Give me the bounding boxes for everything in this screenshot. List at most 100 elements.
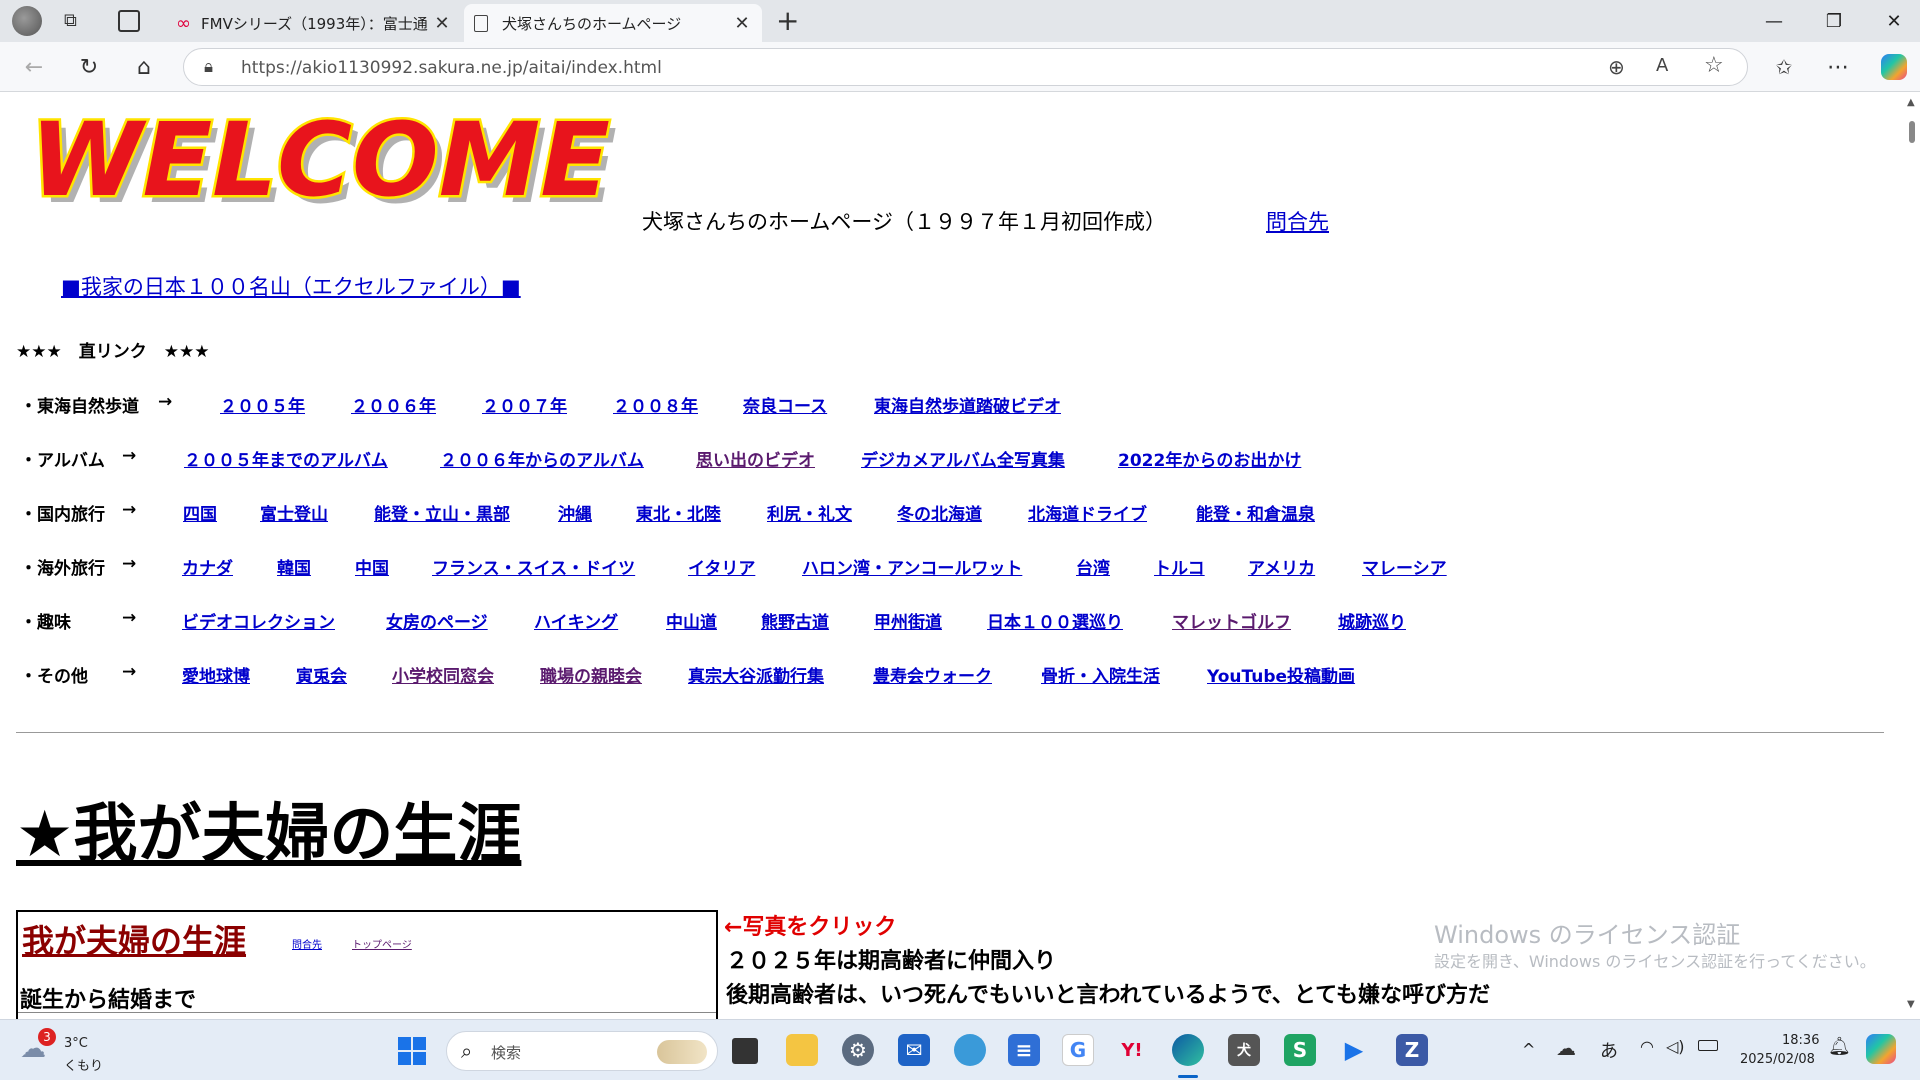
tab-inuzuka[interactable]: 犬塚さんちのホームページ ✕ (464, 4, 762, 42)
link-turkey[interactable]: トルコ (1154, 554, 1205, 579)
favorites-icon[interactable]: ✩ (1766, 50, 1802, 84)
inuzuka-app-icon[interactable]: 犬 (1228, 1034, 1260, 1066)
link-tokai-2006[interactable]: ２００６年 (351, 392, 436, 417)
link-nara-course[interactable]: 奈良コース (743, 392, 827, 417)
link-wife-page[interactable]: 女房のページ (386, 608, 488, 633)
edge-icon[interactable] (1172, 1034, 1204, 1066)
contact-link[interactable]: 問合先 (1266, 206, 1329, 236)
vertical-scrollbar[interactable]: ▲ ▼ (1904, 93, 1920, 1019)
link-mallet-golf[interactable]: マレットゴルフ (1172, 608, 1291, 633)
start-button[interactable] (398, 1037, 426, 1065)
vertical-tabs-icon[interactable] (118, 10, 140, 32)
link-america[interactable]: アメリカ (1248, 554, 1315, 579)
scroll-thumb[interactable] (1909, 121, 1915, 143)
link-japan-100[interactable]: 日本１００選巡り (987, 608, 1123, 633)
mountains-excel-link[interactable]: ■我家の日本１００名山（エクセルファイル）■ (61, 271, 521, 301)
onedrive-cloud-icon[interactable]: ☁ (1556, 1036, 1576, 1060)
link-tokai-video[interactable]: 東海自然歩道踏破ビデオ (874, 392, 1061, 417)
link-digicam-album[interactable]: デジカメアルバム全写真集 (861, 446, 1065, 471)
link-france-swiss-germany[interactable]: フランス・スイス・ドイツ (432, 554, 635, 579)
preview-contact-link[interactable]: 問合先 (292, 936, 322, 951)
link-tokai-2007[interactable]: ２００７年 (482, 392, 567, 417)
more-menu-icon[interactable]: ⋯ (1820, 50, 1856, 84)
volume-icon[interactable]: ◁) (1666, 1037, 1685, 1056)
task-view-icon[interactable] (732, 1038, 758, 1064)
scroll-up-icon[interactable]: ▲ (1907, 97, 1915, 108)
link-rishiri[interactable]: 利尻・礼文 (767, 500, 852, 525)
ime-indicator[interactable]: あ (1600, 1037, 1618, 1063)
life-preview-frame[interactable]: 我が夫婦の生涯 問合先 トップページ 誕生から結婚まで (16, 910, 718, 1019)
link-halong-angkor[interactable]: ハロン湾・アンコールワット (802, 554, 1022, 579)
zoom-icon[interactable]: ⊕ (1608, 55, 1625, 79)
link-elementary-reunion[interactable]: 小学校同窓会 (392, 662, 494, 687)
link-hiking[interactable]: ハイキング (534, 608, 618, 633)
link-expo[interactable]: 愛地球博 (182, 662, 250, 687)
notepad-icon[interactable]: ≡ (1008, 1034, 1040, 1066)
home-icon[interactable]: ⌂ (126, 50, 162, 84)
link-castle-ruins[interactable]: 城跡巡り (1338, 608, 1406, 633)
google-icon[interactable]: G (1062, 1034, 1094, 1066)
globe-app-icon[interactable] (954, 1034, 986, 1066)
battery-icon[interactable] (1698, 1040, 1718, 1051)
link-taiwan[interactable]: 台湾 (1076, 554, 1110, 579)
settings-gear-icon[interactable]: ⚙ (842, 1034, 874, 1066)
yahoo-icon[interactable]: Y! (1116, 1034, 1148, 1066)
search-box[interactable]: ⌕ 検索 (446, 1031, 718, 1071)
link-youtube[interactable]: YouTube投稿動画 (1207, 662, 1355, 687)
read-aloud-icon[interactable]: A (1656, 55, 1668, 76)
weather-widget[interactable]: ☁ 3 3°C くもり (20, 1028, 120, 1074)
link-hojukai-walk[interactable]: 豊寿会ウォーク (873, 662, 992, 687)
tray-chevron-icon[interactable]: ^ (1522, 1040, 1535, 1059)
link-tohoku[interactable]: 東北・北陸 (636, 500, 721, 525)
url-text[interactable]: https://akio1130992.sakura.ne.jp/aitai/i… (241, 58, 662, 78)
link-malaysia[interactable]: マレーシア (1362, 554, 1447, 579)
drive-app-icon[interactable]: Z (1396, 1034, 1428, 1066)
link-winter-hokkaido[interactable]: 冬の北海道 (897, 500, 982, 525)
file-explorer-icon[interactable] (786, 1034, 818, 1066)
maximize-button[interactable]: ❐ (1804, 0, 1864, 42)
copilot-icon[interactable] (1876, 50, 1912, 84)
profile-avatar[interactable] (12, 6, 42, 36)
link-album-2005[interactable]: ２００５年までのアルバム (184, 446, 388, 471)
link-shikoku[interactable]: 四国 (183, 500, 217, 525)
link-fracture-hospital[interactable]: 骨折・入院生活 (1041, 662, 1160, 687)
link-wakura-onsen[interactable]: 能登・和倉温泉 (1196, 500, 1315, 525)
link-noto-tateyama[interactable]: 能登・立山・黒部 (374, 500, 510, 525)
link-tokai-2008[interactable]: ２００８年 (613, 392, 698, 417)
link-album-2006[interactable]: ２００６年からのアルバム (440, 446, 644, 471)
link-fuji[interactable]: 富士登山 (260, 500, 328, 525)
workspaces-icon[interactable]: ⧉ (64, 10, 86, 32)
link-tokai-2005[interactable]: ２００５年 (220, 392, 305, 417)
link-outings-2022[interactable]: 2022年からのお出かけ (1118, 446, 1301, 471)
link-okinawa[interactable]: 沖縄 (558, 500, 592, 525)
link-china[interactable]: 中国 (355, 554, 389, 579)
preview-title[interactable]: 我が夫婦の生涯 (22, 916, 246, 962)
link-memory-video[interactable]: 思い出のビデオ (696, 446, 815, 471)
address-bar[interactable]: 🔒︎ https://akio1130992.sakura.ne.jp/aita… (183, 48, 1748, 86)
link-kumano[interactable]: 熊野古道 (761, 608, 829, 633)
mail-icon[interactable]: ✉ (898, 1034, 930, 1066)
site-info-icon[interactable]: 🔒︎ (204, 57, 213, 77)
close-tab-icon[interactable]: ✕ (432, 13, 452, 34)
clock-date[interactable]: 2025/02/08 (1740, 1052, 1815, 1067)
link-otani-gongyo[interactable]: 真宗大谷派勤行集 (688, 662, 824, 687)
link-hokkaido-drive[interactable]: 北海道ドライブ (1028, 500, 1147, 525)
link-canada[interactable]: カナダ (182, 554, 233, 579)
back-icon[interactable]: ← (16, 50, 52, 84)
new-tab-button[interactable]: + (776, 4, 799, 37)
link-italy[interactable]: イタリア (688, 554, 755, 579)
tab-fmv[interactable]: ∞ FMVシリーズ（1993年）：富士通 ✕ (166, 4, 462, 42)
preview-top-link[interactable]: トップページ (352, 936, 412, 951)
close-tab-icon[interactable]: ✕ (732, 13, 752, 34)
link-video-collection[interactable]: ビデオコレクション (182, 608, 335, 633)
copilot-taskbar-icon[interactable] (1866, 1034, 1896, 1064)
link-workplace-party[interactable]: 職場の親睦会 (540, 662, 642, 687)
scroll-down-icon[interactable]: ▼ (1907, 999, 1915, 1010)
link-korea[interactable]: 韓国 (277, 554, 311, 579)
link-toratoka[interactable]: 寅兎会 (296, 662, 347, 687)
wifi-icon[interactable]: ◠ (1640, 1037, 1654, 1056)
link-koshu[interactable]: 甲州街道 (874, 608, 942, 633)
play-store-icon[interactable]: ▶ (1338, 1034, 1370, 1066)
reload-icon[interactable]: ↻ (71, 50, 107, 84)
clock-time[interactable]: 18:36 (1782, 1033, 1819, 1048)
